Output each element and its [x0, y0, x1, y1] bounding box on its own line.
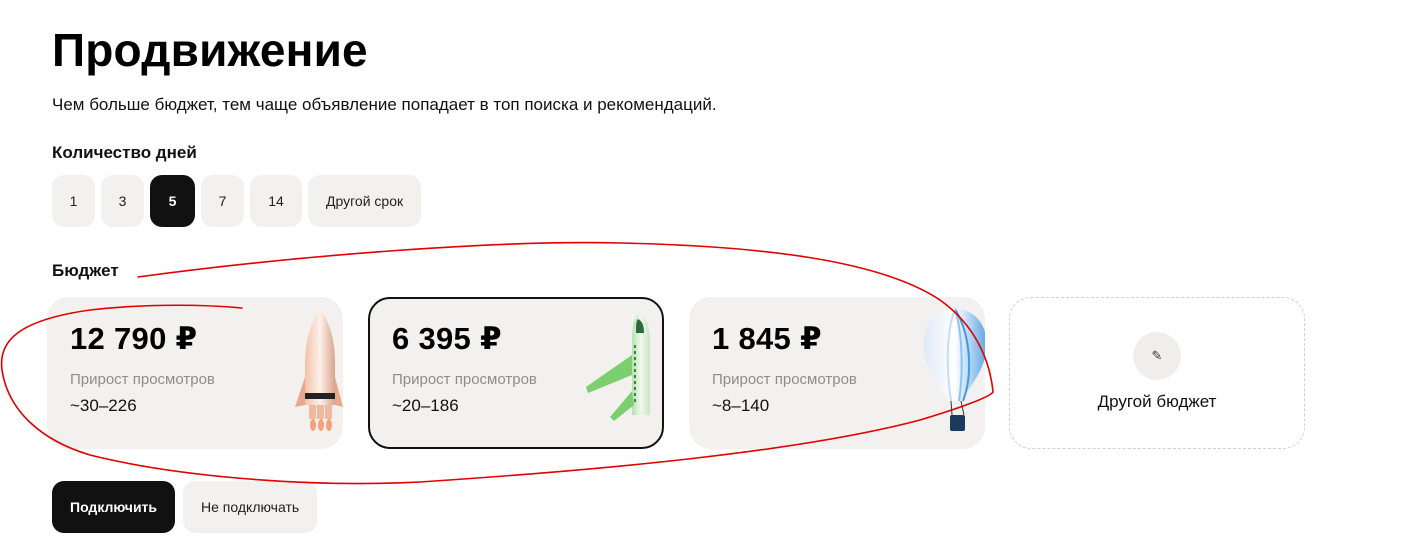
budget-price: 1 845 ₽	[712, 321, 822, 356]
days-chips: 1 3 5 7 14 Другой срок	[52, 175, 422, 227]
metric-value: ~20–186	[392, 396, 459, 415]
budget-card-1845[interactable]: 1 845 ₽ Прирост просмотров ~8–140	[689, 297, 985, 449]
red-annotation-stroke	[0, 241, 994, 485]
custom-budget-label: Другой бюджет	[1097, 392, 1217, 411]
page-subtitle: Чем больше бюджет, тем чаще объявление п…	[52, 95, 717, 114]
action-buttons: Подключить Не подключать	[52, 481, 318, 533]
day-option-other[interactable]: Другой срок	[308, 175, 422, 227]
day-option-3[interactable]: 3	[101, 175, 144, 227]
budget-label: Бюджет	[52, 261, 119, 280]
skip-button[interactable]: Не подключать	[183, 481, 318, 533]
budget-card-6395[interactable]: 6 395 ₽ Прирост просмотров ~20–186	[368, 297, 664, 449]
metric-label: Прирост просмотров	[392, 371, 537, 388]
hot-air-balloon-icon	[923, 308, 985, 431]
page-title: Продвижение	[52, 24, 368, 76]
budget-card-12790[interactable]: 12 790 ₽ Прирост просмотров ~30–226	[47, 297, 343, 449]
day-option-7[interactable]: 7	[201, 175, 244, 227]
pencil-icon: ✎	[1133, 332, 1181, 380]
rocket-icon	[295, 309, 343, 431]
connect-button[interactable]: Подключить	[52, 481, 176, 533]
budget-price: 6 395 ₽	[392, 321, 502, 356]
metric-label: Прирост просмотров	[712, 371, 857, 388]
metric-value: ~8–140	[712, 396, 770, 415]
days-label: Количество дней	[52, 143, 197, 162]
metric-label: Прирост просмотров	[70, 371, 215, 388]
day-option-14[interactable]: 14	[250, 175, 302, 227]
metric-value: ~30–226	[70, 396, 137, 415]
budget-price: 12 790 ₽	[70, 321, 198, 356]
airplane-icon	[586, 313, 650, 421]
custom-budget-card[interactable]: ✎ Другой бюджет	[1009, 297, 1305, 449]
day-option-5[interactable]: 5	[150, 175, 195, 227]
day-option-1[interactable]: 1	[52, 175, 95, 227]
